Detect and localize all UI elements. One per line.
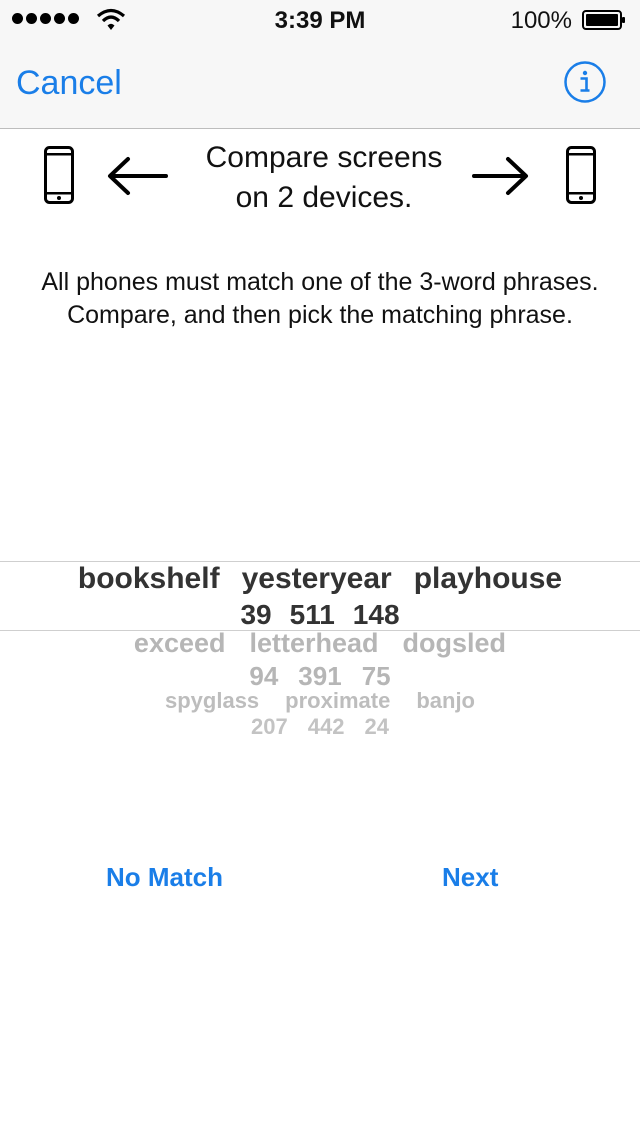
phrase-word: yesteryear (241, 562, 392, 595)
picker-option-selected-words[interactable]: bookshelf yesteryear playhouse (0, 560, 640, 598)
arrow-left-icon (108, 157, 168, 195)
phrase-word: dogsled (402, 628, 507, 658)
battery-icon (582, 10, 625, 30)
phrase-picker[interactable]: bookshelf yesteryear playhouse 39 511 148 ex… (0, 560, 640, 760)
phrase-word: proximate (285, 688, 391, 713)
picker-option-numbers[interactable]: 207 442 24 (0, 714, 640, 740)
next-button[interactable]: Next (442, 862, 498, 893)
phrase-word: banjo (416, 688, 475, 713)
picker-option-words[interactable]: spyglass proximate banjo (0, 688, 640, 714)
nav-bar: Cancel (0, 40, 640, 129)
compare-title-line1: Compare screens (205, 141, 443, 174)
arrow-right-icon (472, 157, 528, 195)
phone-icon (44, 146, 74, 204)
phrase-word: letterhead (249, 628, 379, 658)
phrase-number: 442 (307, 714, 345, 739)
cancel-button[interactable]: Cancel (16, 64, 122, 103)
phrase-word: playhouse (413, 562, 563, 595)
compare-title-line2: on 2 devices. (235, 181, 413, 214)
phrase-word: exceed (133, 628, 226, 658)
compare-header: Compare screens on 2 devices. (0, 130, 640, 226)
phrase-word: bookshelf (77, 562, 220, 595)
info-icon[interactable] (564, 61, 606, 103)
phrase-word: spyglass (165, 688, 260, 713)
compare-title: Compare screens on 2 devices. (180, 138, 468, 218)
no-match-button[interactable]: No Match (106, 862, 223, 893)
battery-percent: 100% (510, 7, 572, 34)
status-bar: 3:39 PM 100% (0, 0, 640, 40)
picker-option-words[interactable]: exceed letterhead dogsled (0, 626, 640, 660)
phrase-number: 24 (364, 714, 389, 739)
phone-icon (566, 146, 596, 204)
phrase-number: 207 (251, 714, 288, 739)
instructions-text: All phones must match one of the 3-word … (41, 268, 599, 329)
